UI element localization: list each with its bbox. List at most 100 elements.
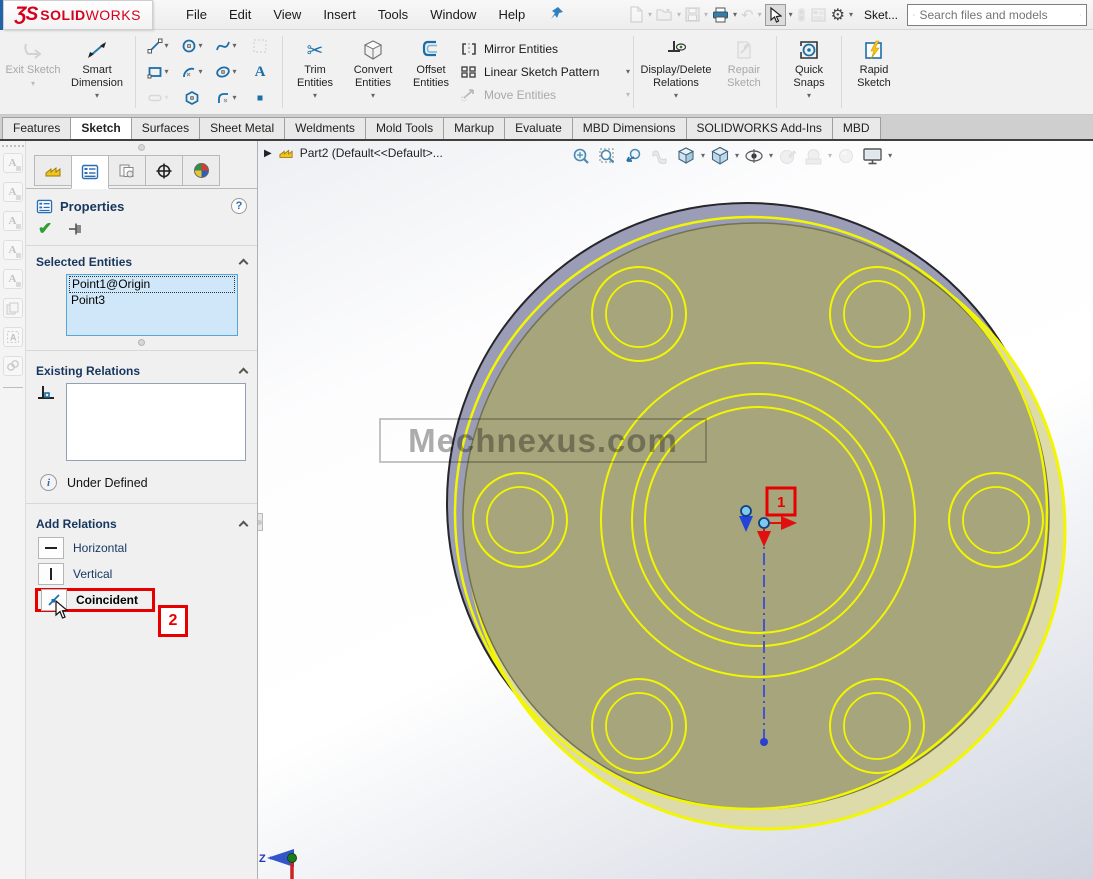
part-scene[interactable]: 1 Z [258, 141, 1089, 879]
arc-tool[interactable]: ▾ [175, 59, 209, 85]
new-annotation-view-icon[interactable]: A [3, 153, 23, 173]
view-settings-caret[interactable]: ▾ [888, 152, 892, 160]
line-tool[interactable]: ▾ [141, 33, 175, 59]
menu-window[interactable]: Window [419, 2, 487, 27]
move-entities-button[interactable]: Move Entities ▾ [460, 85, 630, 105]
edit-annotation-icon[interactable]: A [3, 182, 23, 202]
exit-sketch-button[interactable]: Exit Sketch ▾ [4, 32, 62, 112]
relation-vertical[interactable]: Vertical [38, 562, 126, 586]
vertical-relation-icon[interactable] [38, 563, 64, 585]
existing-relations-listbox[interactable] [66, 383, 246, 461]
save-icon[interactable] [684, 5, 701, 24]
linear-sketch-pattern-button[interactable]: Linear Sketch Pattern ▾ [460, 62, 630, 82]
undo-icon[interactable]: ↶ [740, 4, 755, 26]
menu-view[interactable]: View [262, 2, 312, 27]
ok-check-icon[interactable]: ✔ [38, 220, 52, 237]
help-icon[interactable]: ? [231, 198, 247, 214]
collapse-chevron-icon[interactable] [239, 259, 249, 269]
copy-settings-icon[interactable] [3, 298, 23, 318]
annotation-note-icon[interactable]: A [3, 269, 23, 289]
save-caret[interactable]: ▾ [704, 11, 708, 19]
selected-entities-header[interactable]: Selected Entities [26, 246, 257, 274]
part-tree-label[interactable]: Part2 (Default<<Default>... [300, 146, 443, 160]
tab-solidworks-addins[interactable]: SOLIDWORKS Add-Ins [686, 117, 833, 139]
open-caret[interactable]: ▾ [677, 11, 681, 19]
tab-configuration-manager[interactable] [108, 155, 146, 186]
view-settings-monitor-icon[interactable] [860, 144, 885, 168]
apply-scene-icon[interactable] [802, 144, 825, 168]
strip-drag-handle[interactable] [2, 145, 24, 147]
list-item[interactable]: Point1@Origin [69, 276, 235, 293]
zoom-to-fit-icon[interactable] [570, 144, 593, 168]
tab-mold-tools[interactable]: Mold Tools [365, 117, 444, 139]
search-scope-icon[interactable] [913, 9, 915, 21]
tab-evaluate[interactable]: Evaluate [504, 117, 573, 139]
feature-tree-root[interactable]: ▶ Part2 (Default<<Default>... [264, 146, 443, 160]
search-icon[interactable] [1080, 8, 1082, 22]
spline-tool[interactable]: ▾ [209, 33, 243, 59]
ellipse-tool[interactable]: ▾ [209, 59, 243, 85]
circle-tool[interactable]: ▾ [175, 33, 209, 59]
menu-insert[interactable]: Insert [312, 2, 367, 27]
offset-entities-button[interactable]: Offset Entities [402, 32, 460, 112]
apply-scene-caret[interactable]: ▾ [828, 152, 832, 160]
print-caret[interactable]: ▾ [733, 11, 737, 19]
mirror-entities-button[interactable]: Mirror Entities [460, 39, 630, 59]
repair-sketch-button[interactable]: Repair Sketch [715, 32, 773, 112]
view-orientation-caret[interactable]: ▾ [701, 152, 705, 160]
tab-display-manager[interactable] [182, 155, 220, 186]
menu-file[interactable]: File [175, 2, 218, 27]
tab-surfaces[interactable]: Surfaces [131, 117, 200, 139]
select-tool-caret[interactable]: ▾ [789, 11, 793, 19]
selection-set-icon[interactable]: A [3, 327, 23, 347]
options-gear-icon[interactable]: ⚙ [830, 3, 846, 27]
tab-property-manager[interactable] [71, 155, 109, 189]
tab-feature-manager[interactable] [34, 155, 72, 186]
edit-appearance-icon[interactable] [776, 144, 799, 168]
tab-mbd[interactable]: MBD [832, 117, 881, 139]
centerline-endpoint[interactable] [760, 738, 768, 746]
add-annotation-icon[interactable]: A [3, 240, 23, 260]
tab-markup[interactable]: Markup [443, 117, 505, 139]
tab-sketch[interactable]: Sketch [70, 117, 131, 139]
new-document-icon[interactable] [628, 4, 645, 25]
tab-weldments[interactable]: Weldments [284, 117, 366, 139]
selection-marquee-tool[interactable] [243, 33, 277, 59]
view-settings-sphere-icon[interactable] [835, 144, 857, 168]
section-view-icon[interactable] [648, 144, 671, 168]
sketch-point-origin[interactable] [759, 518, 769, 528]
rectangle-tool[interactable]: ▾ [141, 59, 175, 85]
collapse-chevron-icon[interactable] [239, 521, 249, 531]
relation-coincident[interactable]: Coincident [35, 588, 155, 612]
insert-into-annotation-icon[interactable]: A [3, 211, 23, 231]
display-style-caret[interactable]: ▾ [735, 152, 739, 160]
search-input[interactable] [920, 8, 1075, 22]
graphics-viewport[interactable]: ▶ Part2 (Default<<Default>... ▾ ▾ [258, 141, 1093, 879]
relation-horizontal[interactable]: Horizontal [38, 536, 141, 560]
hide-show-caret[interactable]: ▾ [769, 152, 773, 160]
open-icon[interactable] [655, 5, 674, 24]
quick-snaps-button[interactable]: Quick Snaps ▾ [780, 32, 838, 112]
list-item[interactable]: Point3 [69, 293, 235, 308]
print-icon[interactable] [711, 5, 730, 25]
tab-features[interactable]: Features [2, 117, 71, 139]
toggle-icon[interactable] [796, 5, 807, 25]
text-tool[interactable]: A [243, 59, 277, 85]
menu-help[interactable]: Help [487, 2, 536, 27]
zoom-to-area-icon[interactable] [596, 144, 619, 168]
convert-entities-button[interactable]: Convert Entities ▾ [344, 32, 402, 112]
menu-tools[interactable]: Tools [367, 2, 419, 27]
tab-sheet-metal[interactable]: Sheet Metal [199, 117, 285, 139]
sketch-fillet-tool[interactable]: ▾ [209, 85, 243, 111]
pin-icon[interactable] [68, 222, 84, 236]
undo-caret[interactable]: ▾ [758, 11, 762, 19]
pin-menu-icon[interactable] [550, 6, 564, 23]
rapid-sketch-button[interactable]: Rapid Sketch [845, 32, 903, 112]
tab-dimxpert-manager[interactable] [145, 155, 183, 186]
sketch-point-3[interactable] [741, 506, 751, 516]
add-relations-header[interactable]: Add Relations [26, 508, 257, 536]
select-tool-pressed[interactable] [765, 4, 786, 26]
listbox-resize-handle[interactable] [138, 339, 145, 346]
tree-expand-icon[interactable]: ▶ [264, 148, 272, 159]
trim-entities-button[interactable]: ✂ Trim Entities ▾ [286, 32, 344, 112]
